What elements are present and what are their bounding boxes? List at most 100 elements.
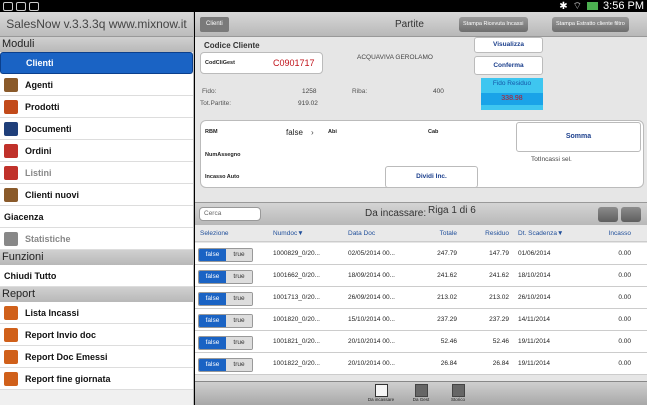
sidebar-item-agenti[interactable]: Agenti (0, 74, 193, 96)
numassegno-label: NumAssegno (205, 152, 241, 158)
clock: 3:56 PM (603, 0, 644, 12)
column-header[interactable]: Totale (425, 230, 457, 237)
sidebar-item-report-invio-doc[interactable]: Report Invio doc (0, 324, 193, 346)
cell-numdoc: 1000829_0/20... (273, 250, 320, 257)
list-toolbar: Cerca Da incassare: Riga 1 di 6 (195, 202, 647, 225)
toggle-false[interactable]: false (199, 315, 226, 327)
toggle-true[interactable]: true (225, 293, 252, 305)
customer-code-field[interactable]: CodCliGest C0901717 (200, 52, 323, 74)
print-statement-button[interactable]: Stampa Estratto cliente filtro (552, 17, 629, 32)
sidebar-item-giacenza[interactable]: Giacenza (0, 206, 193, 228)
row-counter: Riga 1 di 6 (428, 205, 476, 216)
sidebar-item-prodotti[interactable]: Prodotti (0, 96, 193, 118)
selection-toggle[interactable]: false true (198, 314, 253, 328)
nav-tab-da-gest[interactable]: Da Gest (410, 384, 432, 404)
toggle-true[interactable]: true (225, 337, 252, 349)
cell-residuo: 52.46 (492, 338, 509, 345)
rbm-value[interactable]: false (286, 128, 303, 137)
visualizza-button[interactable]: Visualizza (474, 37, 543, 53)
sidebar-item-label: Listini (25, 167, 52, 178)
print-receipts-button[interactable]: Stampa Ricevuta Incassi (459, 17, 528, 32)
sidebar-item-chiudi-tutto[interactable]: Chiudi Tutto (0, 265, 193, 287)
list-title: Da incassare: (365, 208, 427, 219)
conferma-button[interactable]: Conferma (474, 56, 543, 75)
sidebar-item-label: Clienti (26, 58, 54, 68)
somma-button[interactable]: Somma (516, 122, 641, 152)
tot-partite-label: Tot.Partite: (200, 100, 232, 107)
table-row[interactable]: false true 1001662_0/20... 18/09/2014 00...… (195, 265, 647, 287)
back-button[interactable]: Clienti (200, 17, 229, 32)
sidebar-item-label: Ordini (25, 145, 52, 156)
moduli-list: Clienti Agenti Prodotti Documenti Ordini List… (0, 52, 193, 250)
column-header[interactable]: Data Doc (348, 230, 375, 237)
fido-residuo-label: Fido Residuo (492, 80, 532, 87)
bluetooth-icon: ✱ (559, 0, 568, 12)
cell-incasso: 0.00 (618, 250, 631, 257)
selection-toggle[interactable]: false true (198, 248, 253, 262)
sidebar-item-clienti[interactable]: Clienti (0, 52, 193, 74)
module-icon (4, 143, 18, 158)
sidebar-item-statistiche[interactable]: Statistiche (0, 228, 193, 250)
column-header[interactable]: Incasso (597, 230, 631, 237)
toggle-true[interactable]: true (225, 359, 252, 371)
selection-toggle[interactable]: false true (198, 292, 253, 306)
toggle-true[interactable]: true (225, 271, 252, 283)
toggle-false[interactable]: false (199, 271, 226, 283)
tab-icon (374, 384, 388, 397)
toggle-false[interactable]: false (199, 337, 226, 349)
sidebar-item-label: Statistiche (25, 233, 71, 244)
sidebar-item-label: Clienti nuovi (25, 189, 79, 200)
sidebar-item-listini[interactable]: Listini (0, 162, 193, 184)
selection-toggle[interactable]: false true (198, 336, 253, 350)
sidebar-item-label: Prodotti (25, 101, 60, 112)
nav-tab-storico[interactable]: Storico (447, 384, 469, 404)
column-header[interactable]: Dt. Scadenza▼ (518, 230, 563, 237)
table-row[interactable]: false true 1001822_0/20... 20/10/2014 00...… (195, 353, 647, 375)
cab-label: Cab (428, 129, 439, 135)
sidebar-item-report-doc-emessi[interactable]: Report Doc Emessi (0, 346, 193, 368)
trash-icon[interactable] (598, 207, 618, 222)
cell-scad: 01/06/2014 (518, 250, 551, 257)
sidebar-item-documenti[interactable]: Documenti (0, 118, 193, 140)
customer-name: ACQUAVIVA GEROLAMO (357, 54, 433, 61)
cell-scad: 14/11/2014 (518, 316, 551, 323)
sidebar-item-label: Report fine giornata (25, 373, 111, 384)
nav-tab-label: Storico (450, 397, 465, 402)
table-row[interactable]: false true 1001820_0/20... 15/10/2014 00...… (195, 309, 647, 331)
column-header[interactable]: Selezione (200, 230, 229, 237)
screen-icon (3, 1, 13, 11)
android-status-bar: ✱ ⌔ 3:56 PM (0, 0, 647, 12)
chevron-right-icon[interactable]: › (311, 128, 314, 137)
module-icon (4, 121, 18, 136)
column-header[interactable]: Residuo (471, 230, 509, 237)
search-input[interactable]: Cerca (199, 207, 261, 221)
sidebar-item-report-fine-giornata[interactable]: Report fine giornata (0, 368, 193, 390)
toggle-false[interactable]: false (199, 293, 226, 305)
selection-toggle[interactable]: false true (198, 270, 253, 284)
table-row[interactable]: false true 1001821_0/20... 20/10/2014 00...… (195, 331, 647, 353)
dividi-button[interactable]: Dividi Inc. (385, 166, 478, 188)
cell-totale: 241.62 (437, 272, 457, 279)
cell-data: 20/10/2014 00... (348, 360, 395, 367)
column-header[interactable]: Numdoc▼ (273, 230, 304, 237)
selection-toggle[interactable]: false true (198, 358, 253, 372)
toggle-false[interactable]: false (199, 249, 226, 261)
module-icon (4, 305, 18, 320)
module-icon (4, 99, 18, 114)
sidebar-item-clienti-nuovi[interactable]: Clienti nuovi (0, 184, 193, 206)
main-panel: Clienti Partite Stampa Ricevuta Incassi … (195, 12, 647, 405)
table-row[interactable]: false true 1000829_0/20... 02/05/2014 00...… (195, 243, 647, 265)
table-row[interactable]: false true 1001713_0/20... 26/09/2014 00...… (195, 287, 647, 309)
sidebar-item-ordini[interactable]: Ordini (0, 140, 193, 162)
nav-tab-label: Da Gest (412, 397, 430, 402)
cell-residuo: 241.62 (489, 272, 509, 279)
cell-residuo: 213.02 (489, 294, 509, 301)
toggle-false[interactable]: false (199, 359, 226, 371)
nav-tab-da-incassare[interactable]: Da incassare (368, 384, 394, 404)
toggle-true[interactable]: true (225, 249, 252, 261)
sidebar-item-lista-incassi[interactable]: Lista Incassi (0, 302, 193, 324)
riba-label: Riba: (352, 88, 368, 95)
edit-icon[interactable] (621, 207, 641, 222)
toggle-true[interactable]: true (225, 315, 252, 327)
cell-scad: 18/10/2014 (518, 272, 551, 279)
